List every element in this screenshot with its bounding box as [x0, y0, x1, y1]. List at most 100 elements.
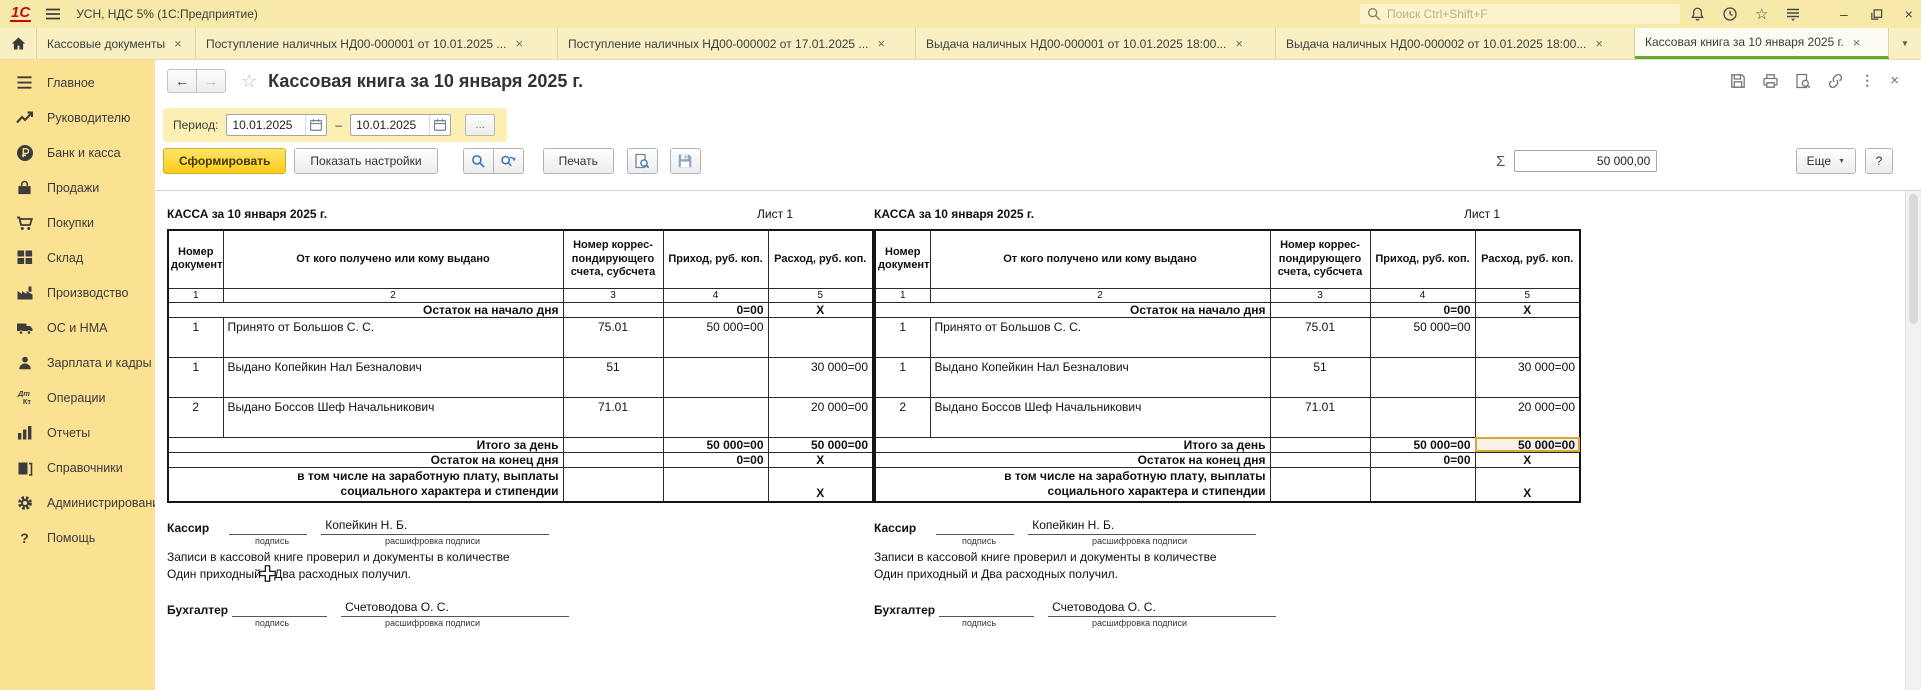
find-next-button[interactable]	[493, 148, 524, 174]
back-button[interactable]: ←	[167, 69, 197, 93]
sidebar-item-fixed-assets[interactable]: ОС и НМА	[0, 310, 155, 345]
favorite-star-icon[interactable]: ☆	[241, 71, 257, 92]
payee-cell[interactable]: Выдано Боссов Шеф Начальникович	[223, 397, 563, 437]
empty-cell[interactable]	[563, 437, 663, 452]
empty-cell[interactable]	[1370, 467, 1475, 502]
col-header-expense[interactable]: Расход, руб. коп.	[1475, 230, 1580, 288]
income-cell[interactable]: 50 000=00	[1370, 317, 1475, 357]
more-button[interactable]: Еще ▼	[1796, 148, 1856, 174]
sidebar-item-production[interactable]: Производство	[0, 275, 155, 310]
column-number-cell[interactable]: 2	[223, 288, 563, 302]
col-header-income[interactable]: Приход, руб. коп.	[1370, 230, 1475, 288]
expense-cell[interactable]: 30 000=00	[768, 357, 873, 397]
doc-number-cell[interactable]: 1	[875, 357, 930, 397]
tab-close-icon[interactable]: ×	[877, 37, 885, 50]
empty-cell[interactable]	[563, 467, 663, 502]
print-button[interactable]: Печать	[543, 148, 614, 174]
including-salary-expense[interactable]: X	[1475, 467, 1580, 502]
tab-close-icon[interactable]: ×	[515, 37, 523, 50]
save-result-button[interactable]	[670, 148, 701, 174]
col-header-corresponding-account[interactable]: Номер коррес-пондирующего счета, субсчет…	[563, 230, 663, 288]
account-cell[interactable]: 71.01	[563, 397, 663, 437]
tab-close-icon[interactable]: ×	[1235, 37, 1243, 50]
sidebar-item-purchases[interactable]: Покупки	[0, 205, 155, 240]
column-number-cell[interactable]: 4	[1370, 288, 1475, 302]
favorites-star-icon[interactable]: ☆	[1755, 7, 1768, 22]
including-salary-label[interactable]: в том числе на заработную плату, выплаты…	[875, 467, 1270, 502]
period-from-input[interactable]	[227, 118, 305, 132]
day-total-expense[interactable]: 50 000=00	[768, 437, 873, 452]
day-total-expense[interactable]: 50 000=00	[1475, 437, 1580, 452]
column-number-cell[interactable]: 4	[663, 288, 768, 302]
expense-cell[interactable]: 30 000=00	[1475, 357, 1580, 397]
doc-number-cell[interactable]: 1	[875, 317, 930, 357]
minimize-icon[interactable]: –	[1840, 6, 1848, 22]
empty-cell[interactable]	[1270, 302, 1370, 317]
closing-balance-income[interactable]: 0=00	[1370, 452, 1475, 467]
global-search[interactable]	[1360, 4, 1680, 24]
empty-cell[interactable]	[563, 452, 663, 467]
payee-cell[interactable]: Выдано Копейкин Нал Безналович	[223, 357, 563, 397]
forward-button[interactable]: →	[196, 69, 226, 93]
column-number-cell[interactable]: 3	[563, 288, 663, 302]
account-cell[interactable]: 75.01	[563, 317, 663, 357]
opening-balance-expense[interactable]: X	[768, 302, 873, 317]
including-salary-expense[interactable]: X	[768, 467, 873, 502]
closing-balance-label[interactable]: Остаток на конец дня	[875, 452, 1270, 467]
income-cell[interactable]	[663, 357, 768, 397]
account-cell[interactable]: 51	[563, 357, 663, 397]
empty-cell[interactable]	[1270, 437, 1370, 452]
account-cell[interactable]: 71.01	[1270, 397, 1370, 437]
payee-cell[interactable]: Выдано Боссов Шеф Начальникович	[930, 397, 1270, 437]
doc-number-cell[interactable]: 2	[875, 397, 930, 437]
tab-close-icon[interactable]: ×	[1853, 36, 1861, 49]
calendar-icon[interactable]	[429, 115, 450, 135]
opening-balance-label[interactable]: Остаток на начало дня	[168, 302, 563, 317]
tab-cash-receipt-1[interactable]: Поступление наличных НД00-000001 от 10.0…	[196, 28, 558, 59]
expense-cell[interactable]: 20 000=00	[1475, 397, 1580, 437]
doc-number-cell[interactable]: 2	[168, 397, 223, 437]
col-header-doc-number[interactable]: Номер документа	[168, 230, 223, 288]
sidebar-item-sales[interactable]: Продажи	[0, 170, 155, 205]
period-to-field[interactable]	[350, 114, 451, 136]
sidebar-item-directories[interactable]: Справочники	[0, 450, 155, 485]
tab-home[interactable]	[0, 28, 37, 59]
day-total-label[interactable]: Итого за день	[168, 437, 563, 452]
sum-value-field[interactable]	[1514, 150, 1657, 172]
calendar-icon[interactable]	[305, 115, 326, 135]
history-icon[interactable]	[1722, 6, 1738, 22]
payee-cell[interactable]: Выдано Копейкин Нал Безналович	[930, 357, 1270, 397]
payee-cell[interactable]: Принято от Большов С. С.	[930, 317, 1270, 357]
period-to-input[interactable]	[351, 118, 429, 132]
print-icon[interactable]	[1762, 73, 1779, 89]
tab-close-icon[interactable]: ×	[174, 37, 182, 50]
expense-cell[interactable]	[768, 317, 873, 357]
closing-balance-expense[interactable]: X	[1475, 452, 1580, 467]
sidebar-item-reports[interactable]: Отчеты	[0, 415, 155, 450]
payee-cell[interactable]: Принято от Большов С. С.	[223, 317, 563, 357]
search-input[interactable]	[1387, 7, 1673, 21]
sidebar-item-bank-cash[interactable]: Банк и касса	[0, 135, 155, 170]
col-header-income[interactable]: Приход, руб. коп.	[663, 230, 768, 288]
day-total-income[interactable]: 50 000=00	[663, 437, 768, 452]
scrollbar-thumb[interactable]	[1909, 194, 1918, 324]
tabs-overflow-button[interactable]: ▼	[1889, 28, 1921, 59]
col-header-expense[interactable]: Расход, руб. коп.	[768, 230, 873, 288]
empty-cell[interactable]	[1270, 452, 1370, 467]
opening-balance-expense[interactable]: X	[1475, 302, 1580, 317]
empty-cell[interactable]	[563, 302, 663, 317]
income-cell[interactable]	[1370, 397, 1475, 437]
col-header-payee[interactable]: От кого получено или кому выдано	[930, 230, 1270, 288]
sidebar-item-warehouse[interactable]: Склад	[0, 240, 155, 275]
empty-cell[interactable]	[663, 467, 768, 502]
show-settings-button[interactable]: Показать настройки	[294, 148, 437, 174]
column-number-cell[interactable]: 2	[930, 288, 1270, 302]
print-preview-button[interactable]	[627, 148, 658, 174]
sidebar-item-help[interactable]: ? Помощь	[0, 520, 155, 555]
tab-cash-issue-2[interactable]: Выдача наличных НД00-000002 от 10.01.202…	[1276, 28, 1635, 59]
column-number-cell[interactable]: 1	[875, 288, 930, 302]
service-menu-icon[interactable]	[1785, 6, 1801, 22]
sidebar-item-salary-hr[interactable]: Зарплата и кадры	[0, 345, 155, 380]
account-cell[interactable]: 75.01	[1270, 317, 1370, 357]
doc-number-cell[interactable]: 1	[168, 357, 223, 397]
